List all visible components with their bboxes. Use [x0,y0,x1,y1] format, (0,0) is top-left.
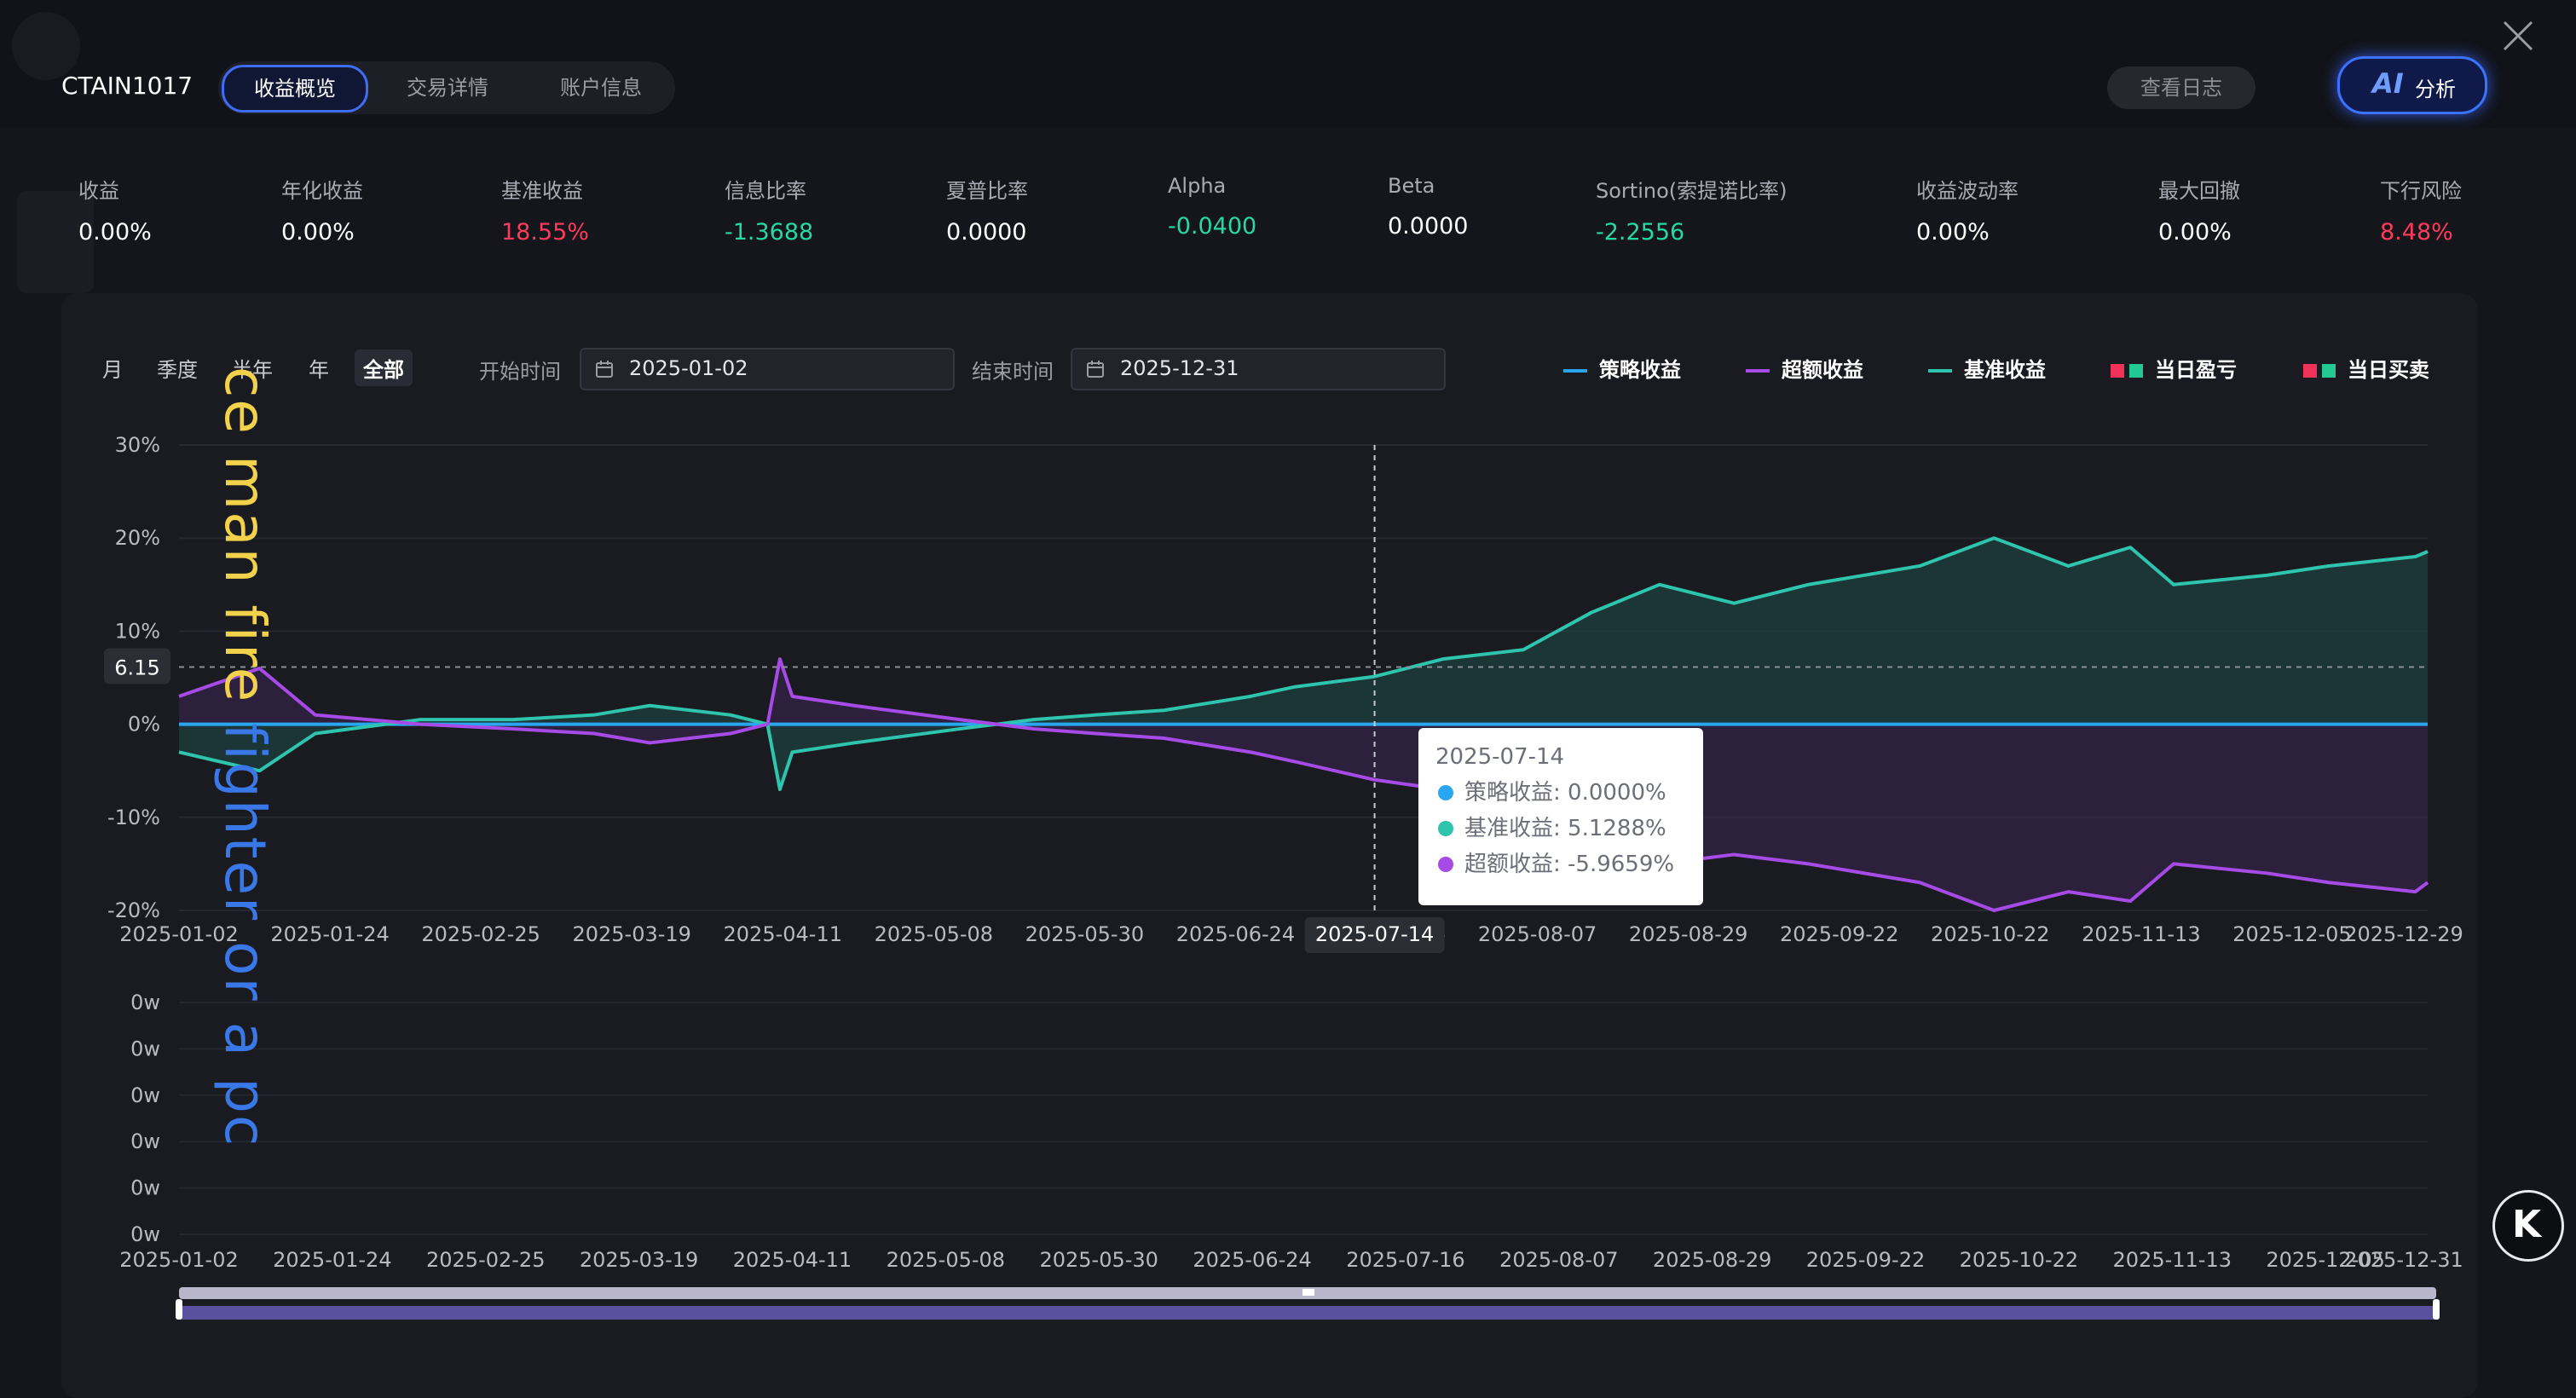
volume-x-tick-label: 2025-09-22 [1806,1248,1925,1272]
volume-x-tick-label: 2025-03-19 [580,1248,698,1272]
volume-x-tick-label: 2025-08-29 [1653,1248,1771,1272]
overlay-watermark-text: ce man fire fighter or a pc [212,367,278,1147]
volume-y-tick-label: 0w [130,1222,160,1246]
volume-y-tick-label: 0w [130,1083,160,1107]
x-tick-label: 2025-08-29 [1629,922,1747,946]
crosshair-x-label: 2025-07-14 [1315,922,1434,946]
volume-x-tick-label: 2025-01-24 [273,1248,391,1272]
volume-x-tick-label: 2025-08-07 [1499,1248,1618,1272]
volume-x-tick-label: 2025-10-22 [1960,1248,2078,1272]
zoom-slider-range [179,1306,2436,1320]
x-tick-label: 2025-12-05 [2232,922,2351,946]
tooltip-dot [1438,857,1453,872]
watermark-part-2: fighter or a pc [212,723,278,1148]
y-tick-label: 0% [128,713,160,737]
zoom-handle-right [2433,1299,2440,1320]
x-tick-label: 2025-10-22 [1931,922,2049,946]
y-tick-label: 10% [115,619,160,643]
x-tick-label: 2025-02-25 [421,922,540,946]
y-tick-label: 20% [115,526,160,550]
x-tick-label: 2025-08-07 [1478,922,1597,946]
volume-x-tick-label: 2025-02-25 [426,1248,545,1272]
x-tick-label: 2025-11-13 [2082,922,2200,946]
volume-x-tick-label: 2025-12-31 [2344,1248,2463,1272]
tooltip-row: 基准收益: 5.1288% [1464,816,1666,841]
k-logo-glyph: K [2512,1203,2542,1246]
volume-x-tick-label: 2025-05-30 [1039,1248,1158,1272]
x-tick-label: 2025-05-30 [1025,922,1144,946]
x-tick-label: 2025-06-24 [1176,922,1295,946]
zoom-grip [1302,1289,1314,1296]
volume-x-tick-label: 2025-11-13 [2113,1248,2232,1272]
volume-y-tick-label: 0w [130,1129,160,1153]
volume-x-tick-label: 2025-07-16 [1346,1248,1464,1272]
tooltip-dot [1438,785,1453,800]
watermark-part-1: ce man fire [212,367,278,724]
y-tick-label: -10% [107,806,160,829]
volume-y-tick-label: 0w [130,991,160,1014]
volume-y-tick-label: 0w [130,1176,160,1200]
zoom-handle-left [176,1299,182,1320]
x-tick-label: 2025-04-11 [724,922,842,946]
tooltip-dot [1438,821,1453,836]
volume-y-tick-label: 0w [130,1037,160,1060]
tooltip-row: 超额收益: -5.9659% [1464,852,1674,877]
crosshair-y-label: 6.15 [114,656,159,679]
y-tick-label: 30% [115,433,160,457]
x-tick-label: 2025-12-29 [2344,922,2463,946]
x-tick-label: 2025-05-08 [875,922,993,946]
x-tick-label: 2025-09-22 [1780,922,1898,946]
volume-x-tick-label: 2025-05-08 [887,1248,1005,1272]
y-tick-label: -20% [107,898,160,922]
returns-chart: 30% 20% 10% 0% -10% -20% 2025-01-02 2025-01-24 2… [104,433,2463,1320]
volume-x-tick-label: 2025-06-24 [1193,1248,1311,1272]
x-tick-label: 2025-03-19 [572,922,690,946]
x-tick-label: 2025-01-24 [270,922,389,946]
volume-x-tick-label: 2025-04-11 [733,1248,852,1272]
tooltip-row: 策略收益: 0.0000% [1464,780,1666,806]
k-logo-button[interactable]: K [2492,1190,2564,1262]
volume-x-tick-label: 2025-01-02 [119,1248,238,1272]
tooltip-date: 2025-07-14 [1435,744,1564,770]
